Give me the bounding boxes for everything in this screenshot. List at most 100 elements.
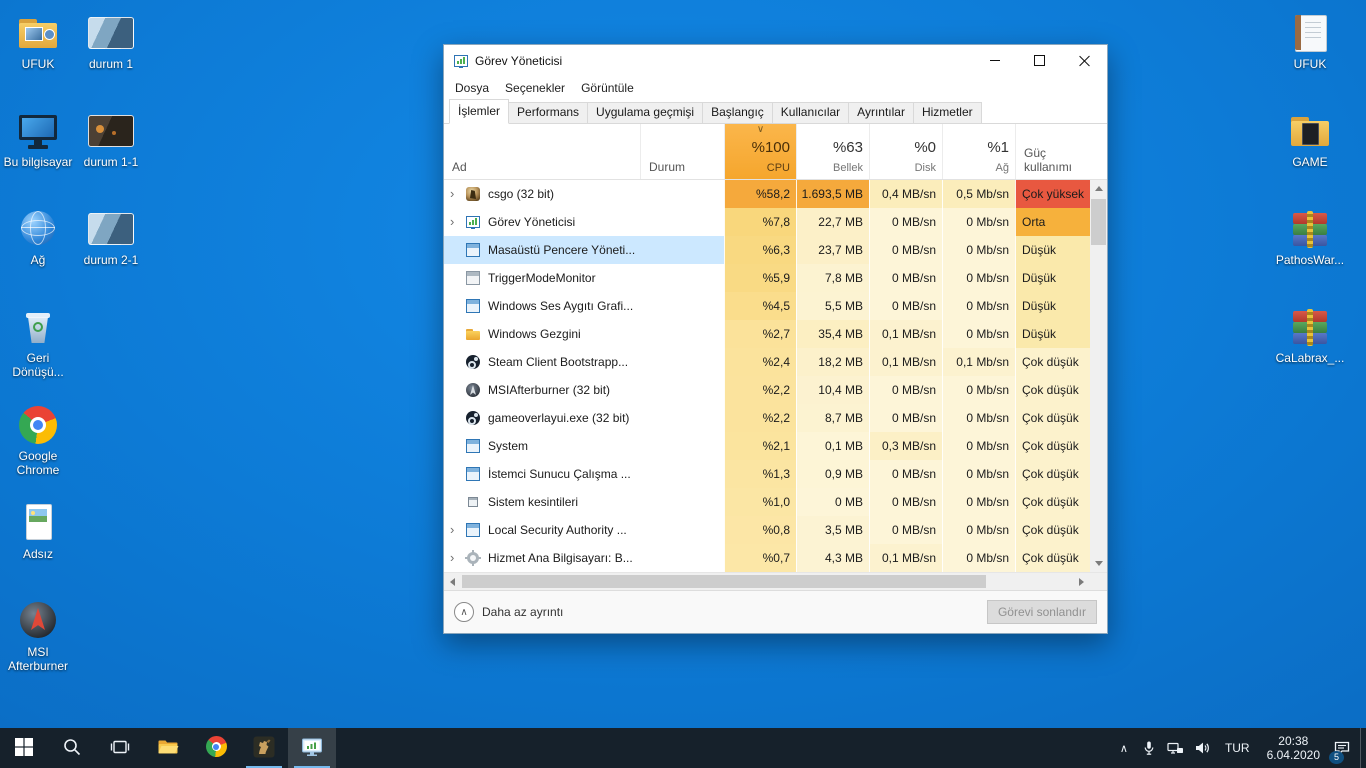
fewer-details-button[interactable]: ∧ Daha az ayrıntı xyxy=(454,602,563,622)
power-cell: Çok düşük xyxy=(1015,376,1090,404)
minimize-button[interactable] xyxy=(972,45,1017,76)
scroll-up-button[interactable] xyxy=(1090,180,1107,197)
show-desktop-button[interactable] xyxy=(1360,728,1366,768)
volume-button[interactable] xyxy=(1189,728,1216,768)
vertical-scrollbar[interactable] xyxy=(1090,180,1107,572)
maximize-button[interactable] xyxy=(1017,45,1062,76)
folder-icon xyxy=(465,326,481,342)
expand-chevron-icon[interactable]: › xyxy=(450,516,465,544)
tab-ba-lang[interactable]: Başlangıç xyxy=(702,102,773,123)
clock[interactable]: 20:38 6.04.2020 xyxy=(1259,728,1328,768)
menu-dosya[interactable]: Dosya xyxy=(447,78,497,98)
process-row-gameoverlayui-exe-32-bit[interactable]: gameoverlayui.exe (32 bit) %2,2 8,7 MB 0 MB… xyxy=(444,404,1090,432)
process-name-cell: Steam Client Bootstrapp... xyxy=(444,348,640,376)
process-name: csgo (32 bit) xyxy=(488,187,555,201)
vertical-scroll-track[interactable] xyxy=(1090,197,1107,555)
process-row-system[interactable]: System %2,1 0,1 MB 0,3 MB/sn 0 Mb/sn Çok düşü… xyxy=(444,432,1090,460)
scroll-left-button[interactable] xyxy=(444,573,461,590)
process-row-triggermodemonitor[interactable]: TriggerModeMonitor %5,9 7,8 MB 0 MB/sn 0 Mb/… xyxy=(444,264,1090,292)
network-cell: 0 Mb/sn xyxy=(942,488,1015,516)
window-icon xyxy=(465,298,481,314)
desktop-icon-durum-1[interactable]: durum 1 xyxy=(73,12,149,71)
process-row-g-rev-y-neticisi[interactable]: › Görev Yöneticisi %7,8 22,7 MB 0 MB/sn 0 Mb/… xyxy=(444,208,1090,236)
column-header-status[interactable]: Durum xyxy=(640,124,724,179)
process-row-i-stemci-sunucu-al-ma[interactable]: İstemci Sunucu Çalışma ... %1,3 0,9 MB 0 MB… xyxy=(444,460,1090,488)
start-button[interactable] xyxy=(0,728,48,768)
process-status-cell xyxy=(640,236,724,264)
column-header-network[interactable]: %1 Ağ xyxy=(942,124,1015,179)
expand-chevron-icon[interactable]: › xyxy=(450,208,465,236)
horizontal-scroll-thumb[interactable] xyxy=(462,575,986,588)
column-header-name[interactable]: Ad xyxy=(444,124,640,179)
process-row-sistem-kesintileri[interactable]: Sistem kesintileri %1,0 0 MB 0 MB/sn 0 Mb/sn… xyxy=(444,488,1090,516)
menu-g-r-nt-le[interactable]: Görüntüle xyxy=(573,78,642,98)
column-header-disk[interactable]: %0 Disk xyxy=(869,124,942,179)
process-name-cell: Windows Ses Aygıtı Grafi... xyxy=(444,292,640,320)
desktop-icon-durum-2-1[interactable]: durum 2-1 xyxy=(73,208,149,267)
chrome-button[interactable] xyxy=(192,728,240,768)
tab-performans[interactable]: Performans xyxy=(508,102,589,123)
process-row-msiafterburner-32-bit[interactable]: MSIAfterburner (32 bit) %2,2 10,4 MB 0 MB/s… xyxy=(444,376,1090,404)
process-name: Sistem kesintileri xyxy=(488,495,579,509)
task-view-icon xyxy=(110,737,130,760)
menu-se-enekler[interactable]: Seçenekler xyxy=(497,78,573,98)
column-header-power[interactable]: Güç kullanımı xyxy=(1015,124,1090,179)
screenshot-icon xyxy=(87,12,135,54)
desktop-icon-label: GAME xyxy=(1292,155,1328,169)
process-row-windows-ses-ayg-t-grafi[interactable]: Windows Ses Aygıtı Grafi... %4,5 5,5 MB 0 M… xyxy=(444,292,1090,320)
scroll-down-icon xyxy=(1094,561,1103,566)
cpu-cell: %1,0 xyxy=(724,488,796,516)
process-row-csgo-32-bit[interactable]: › csgo (32 bit) %58,2 1.693,5 MB 0,4 MB/sn 0,… xyxy=(444,180,1090,208)
network-cell: 0 Mb/sn xyxy=(942,544,1015,572)
desktop-icon-msi-afterburner[interactable]: MSI Afterburner xyxy=(0,600,76,673)
title-bar[interactable]: Görev Yöneticisi xyxy=(444,45,1107,76)
desktop-icon-geri-d-n[interactable]: Geri Dönüşü... xyxy=(0,306,76,379)
desktop-icon-game[interactable]: GAME xyxy=(1272,110,1348,169)
tab-hizmetler[interactable]: Hizmetler xyxy=(912,102,982,123)
column-header-memory[interactable]: %63 Bellek xyxy=(796,124,869,179)
vertical-scroll-thumb[interactable] xyxy=(1091,199,1106,245)
desktop-icon-ufuk[interactable]: UFUK xyxy=(1272,12,1348,71)
tab-kullan-c-lar[interactable]: Kullanıcılar xyxy=(771,102,850,123)
network-button[interactable] xyxy=(1162,728,1189,768)
task-view-button[interactable] xyxy=(96,728,144,768)
explorer-button[interactable] xyxy=(144,728,192,768)
horizontal-scroll-track[interactable] xyxy=(461,573,1073,590)
desktop-icon-calabrax[interactable]: CaLabrax_... xyxy=(1272,306,1348,365)
window-title: Görev Yöneticisi xyxy=(475,53,563,68)
memory-cell: 0,1 MB xyxy=(796,432,869,460)
end-task-button[interactable]: Görevi sonlandır xyxy=(986,600,1097,624)
hidden-icons-chevron[interactable]: ∧ xyxy=(1112,728,1136,768)
process-row-windows-gezgini[interactable]: Windows Gezgini %2,7 35,4 MB 0,1 MB/sn 0 Mb/… xyxy=(444,320,1090,348)
desktop-icon-ads-z[interactable]: Adsız xyxy=(0,502,76,561)
horizontal-scrollbar[interactable] xyxy=(444,573,1090,590)
expand-chevron-icon[interactable]: › xyxy=(450,544,465,572)
process-row-masa-st-pencere-y-neti[interactable]: Masaüstü Pencere Yöneti... %6,3 23,7 MB 0 M… xyxy=(444,236,1090,264)
tab-ayr-nt-lar[interactable]: Ayrıntılar xyxy=(848,102,914,123)
process-row-steam-client-bootstrapp[interactable]: Steam Client Bootstrapp... %2,4 18,2 MB 0,1… xyxy=(444,348,1090,376)
desktop-icon-bu-bilgisayar[interactable]: Bu bilgisayar xyxy=(0,110,76,169)
desktop-icon-google-chrome[interactable]: Google Chrome xyxy=(0,404,76,477)
tab-i-lemler[interactable]: İşlemler xyxy=(449,99,510,124)
scroll-right-button[interactable] xyxy=(1073,573,1090,590)
system-tray: ∧ TUR 20:38 6.04.2020 5 xyxy=(1112,728,1366,768)
action-center-button[interactable]: 5 xyxy=(1328,728,1360,768)
column-header-cpu[interactable]: ∨ %100 CPU xyxy=(724,124,796,179)
process-row-hizmet-ana-bilgisayar-b[interactable]: › Hizmet Ana Bilgisayarı: B... %0,7 4,3 MB 0… xyxy=(444,544,1090,572)
desktop-icon-pathoswar[interactable]: PathosWar... xyxy=(1272,208,1348,267)
cpu-cell: %2,1 xyxy=(724,432,796,460)
expand-chevron-icon[interactable]: › xyxy=(450,180,465,208)
desktop-icon-durum-1-1[interactable]: durum 1-1 xyxy=(73,110,149,169)
search-button[interactable] xyxy=(48,728,96,768)
scroll-down-button[interactable] xyxy=(1090,555,1107,572)
microphone-button[interactable] xyxy=(1136,728,1162,768)
tab-uygulama-ge-mi-i[interactable]: Uygulama geçmişi xyxy=(587,102,704,123)
close-button[interactable] xyxy=(1062,45,1107,76)
process-row-local-security-authority[interactable]: › Local Security Authority ... %0,8 3,5 MB 0… xyxy=(444,516,1090,544)
csgo-button[interactable] xyxy=(240,728,288,768)
desktop-icon-a[interactable]: Ağ xyxy=(0,208,76,267)
desktop-icon-ufuk[interactable]: UFUK xyxy=(0,12,76,71)
language-indicator[interactable]: TUR xyxy=(1216,728,1259,768)
memory-column-label: Bellek xyxy=(833,162,863,174)
task-manager-button[interactable] xyxy=(288,728,336,768)
